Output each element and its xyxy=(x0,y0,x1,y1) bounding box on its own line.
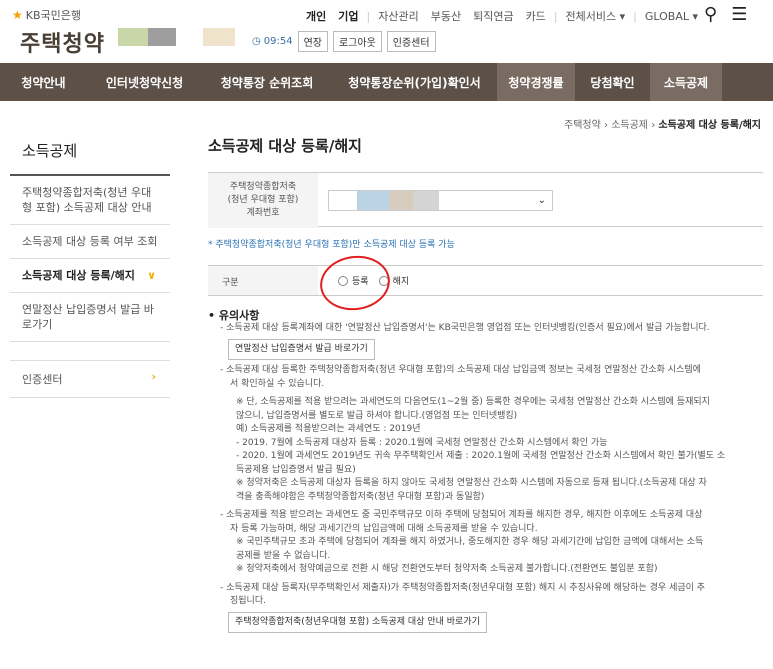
bank-name: KB국민은행 xyxy=(25,9,82,22)
extend-button[interactable]: 연장 xyxy=(297,31,328,52)
notice-text: ※ 청약저축에서 청약예금으로 전환 시 해당 전환연도부터 청약저축 소득공제… xyxy=(236,564,658,574)
clock-icon: ◷ xyxy=(252,36,261,47)
gnb-item[interactable]: 청약통장순위(가입)확인서 xyxy=(332,63,497,101)
notice-text: 득공제용 납입증명서 발급 필요) xyxy=(236,464,356,475)
notice-text: ※ 단, 소득공제를 적용 받으려는 과세연도의 다음연도(1~2월 중) 등록… xyxy=(236,397,710,407)
eligibility-note: * 주택청약종합저축(청년 우대형 포함)만 소득공제 대상 등록 가능 xyxy=(208,240,455,250)
radio-label: 해지 xyxy=(392,277,410,287)
sidebar-item[interactable]: 소득공제 대상 등록 여부 조회 xyxy=(10,225,170,259)
sidebar-item-active[interactable]: 소득공제 대상 등록/해지 ∨ xyxy=(10,259,170,293)
notice-text: 공제를 받을 수 없습니다. xyxy=(236,550,331,561)
notice-text: - 소득공제 대상 등록자(무주택확인서 제출자)가 주택청약종합저축(청년우대… xyxy=(220,582,706,593)
notice-text: - 소득공제 대상 등록한 주택청약종합저축(청년 우대형 포함)의 소득공제 … xyxy=(220,365,701,375)
notice-text: - 2019. 7월에 소득공제 대상자 등록 : 2020.1월에 국세청 연… xyxy=(236,437,608,448)
sidebar-item[interactable]: 연말정산 납입증명서 발급 바로가기 xyxy=(10,293,170,342)
annotation-circle xyxy=(316,251,394,315)
divider: | xyxy=(553,9,558,23)
notice-text: 서 확인하실 수 있습니다. xyxy=(230,378,325,389)
account-row: 주택청약종합저축 (청년 우대형 포함) 계좌번호 ⌄ xyxy=(208,172,763,228)
gnb-item[interactable]: 청약안내 xyxy=(0,63,87,101)
type-label: 구분 xyxy=(208,266,318,295)
session-time: 09:54 xyxy=(263,36,293,47)
account-label: 주택청약종합저축 (청년 우대형 포함) 계좌번호 xyxy=(208,173,318,228)
crumb-item[interactable]: 소득공제 xyxy=(611,120,648,131)
chevron-down-icon: ∨ xyxy=(147,269,156,282)
crumb-item[interactable]: 주택청약 xyxy=(564,120,601,131)
crumb-current: 소득공제 대상 등록/해지 xyxy=(658,120,761,131)
top-nav: 개인 기업 | 자산관리 부동산 퇴직연금 카드 | 전체서비스 ▾ | GLO… xyxy=(300,8,704,24)
search-icon[interactable]: ⚲ xyxy=(704,4,717,25)
gnb-item[interactable]: 청약통장 순위조회 xyxy=(202,63,332,101)
breadcrumb: 주택청약 › 소득공제 › 소득공제 대상 등록/해지 xyxy=(564,120,761,131)
gnb-item[interactable]: 인터넷청약신청 xyxy=(87,63,202,101)
nav-global[interactable]: GLOBAL ▾ xyxy=(639,10,704,23)
notice-text: - 소득공제를 적용 받으려는 과세연도 중 국민주택규모 이하 주택에 당첨되… xyxy=(220,510,703,520)
label-line: 계좌번호 xyxy=(246,208,280,218)
chevron-right-icon: › xyxy=(151,370,156,383)
banner-thumb xyxy=(203,28,235,46)
nav-pension[interactable]: 퇴직연금 xyxy=(467,8,519,24)
gnb-item[interactable]: 당첨확인 xyxy=(575,63,650,101)
notice-text: 예) 소득공제를 적용받으려는 과세연도 : 2019년 xyxy=(236,424,421,434)
nav-card[interactable]: 카드 xyxy=(520,8,552,24)
notice-text: 자 등록 가능하며, 해당 과세기간의 납입금액에 대해 소득공제를 받을 수 … xyxy=(230,523,538,534)
notice-text: ※ 국민주택규모 초과 주택에 당첨되어 계좌를 해지 하였거나, 중도해지한 … xyxy=(236,537,704,547)
page-title: 소득공제 대상 등록/해지 xyxy=(208,137,362,155)
nav-personal[interactable]: 개인 xyxy=(300,8,332,24)
account-select[interactable]: ⌄ xyxy=(328,190,553,211)
sidebar-title: 소득공제 xyxy=(10,130,170,176)
menu-icon[interactable]: ☰ xyxy=(731,4,747,25)
label-line: 주택청약종합저축 xyxy=(229,182,297,192)
sidebar-item[interactable]: 주택청약종합저축(청년 우대형 포함) 소득공제 대상 안내 xyxy=(10,176,170,225)
logout-button[interactable]: 로그아웃 xyxy=(332,31,382,52)
notice-text: 않으니, 납입증명서를 별도로 발급 하셔야 합니다.(영업점 또는 인터넷뱅킹… xyxy=(236,410,518,421)
notice-text: - 2020. 1월에 과세연도 2019년도 귀속 무주택확인서 제출 : 2… xyxy=(236,451,726,461)
chevron-down-icon: ⌄ xyxy=(537,195,546,206)
session-bar: ◷ 09:54 연장 로그아웃 인증센터 xyxy=(252,31,436,52)
divider: | xyxy=(633,9,637,23)
banner-thumb xyxy=(118,28,148,46)
gnb-item-active[interactable]: 소득공제 xyxy=(650,63,722,101)
nav-business[interactable]: 기업 xyxy=(332,8,364,24)
label-line: (청년 우대형 포함) xyxy=(227,195,299,205)
notice-title-text: 유의사항 xyxy=(218,309,260,322)
notice-list: - 소득공제 대상 등록계좌에 대한 '연말정산 납입증명서'는 KB국민은행 … xyxy=(220,322,765,637)
notice-text: 징됩니다. xyxy=(230,596,266,606)
sidebar: 소득공제 주택청약종합저축(청년 우대형 포함) 소득공제 대상 안내 소득공제… xyxy=(10,130,170,398)
cert-center-button[interactable]: 인증센터 xyxy=(386,31,436,52)
brand-title[interactable]: 주택청약 xyxy=(20,26,105,58)
header: ★ KB국민은행 주택청약 개인 기업 | 자산관리 부동산 퇴직연금 카드 | … xyxy=(0,0,773,62)
notice-text: - 소득공제 대상 등록계좌에 대한 '연말정산 납입증명서'는 KB국민은행 … xyxy=(220,323,710,333)
notice-text: ※ 청약저축은 소득공제 대상자 등록을 하지 않아도 국세청 연말정산 간소화… xyxy=(236,478,707,488)
notice-title: • 유의사항 xyxy=(208,309,260,322)
deduction-guide-button[interactable]: 주택청약종합저축(청년우대형 포함) 소득공제 대상 안내 바로가기 xyxy=(228,611,487,633)
nav-all-services[interactable]: 전체서비스 ▾ xyxy=(560,8,632,24)
gnb-item[interactable]: 청약경쟁률 xyxy=(497,63,575,101)
main-content: 소득공제 대상 등록/해지 주택청약종합저축 (청년 우대형 포함) 계좌번호 … xyxy=(208,135,763,633)
type-row: 구분 등록 해지 xyxy=(208,265,763,296)
divider: | xyxy=(366,9,371,23)
nav-realestate[interactable]: 부동산 xyxy=(425,8,467,24)
sidebar-cert[interactable]: 인증센터 › xyxy=(10,360,170,398)
kb-logo[interactable]: ★ KB국민은행 xyxy=(12,7,81,23)
main-nav: 청약안내 인터넷청약신청 청약통장 순위조회 청약통장순위(가입)확인서 청약경… xyxy=(0,63,773,101)
banner-thumb xyxy=(148,28,176,46)
kb-star-icon: ★ xyxy=(12,8,23,22)
notice-text: 격을 충족해야함은 주택청약종합저축(청년 우대형 포함)과 동일함) xyxy=(236,491,485,502)
nav-asset[interactable]: 자산관리 xyxy=(372,8,424,24)
sidebar-item-label: 인증센터 xyxy=(22,373,63,386)
sidebar-item-label: 소득공제 대상 등록/해지 xyxy=(22,269,135,282)
tax-certificate-button[interactable]: 연말정산 납입증명서 발급 바로가기 xyxy=(228,338,375,360)
